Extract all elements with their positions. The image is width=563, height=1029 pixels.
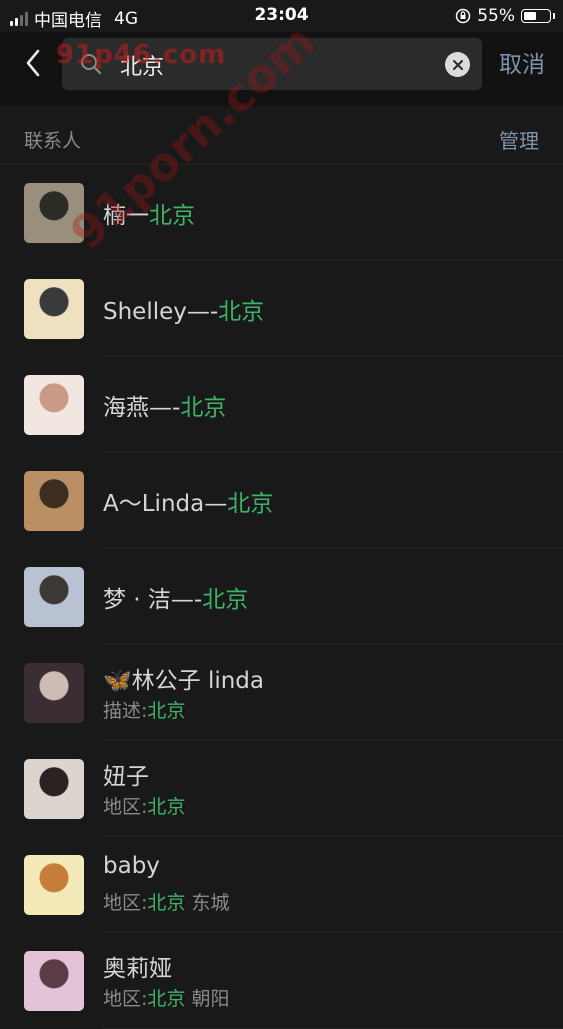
contact-name-text: 奥莉娅 <box>103 956 172 982</box>
contact-sub-match: 北京 <box>147 892 186 914</box>
contact-name-text: A～Linda— <box>103 491 228 517</box>
contact-name: 妞子 <box>103 757 149 791</box>
avatar <box>24 471 84 531</box>
contact-subline: 地区:北京 朝阳 <box>103 984 229 1011</box>
avatar <box>24 951 84 1011</box>
contact-name-match: 北京 <box>149 203 195 229</box>
contact-name-text: Shelley—- <box>103 299 219 325</box>
contact-name-text: 🦋林公子 linda <box>103 668 264 694</box>
contact-sub-suffix: 东城 <box>185 892 230 914</box>
contact-subline: 地区:北京 <box>103 792 185 819</box>
contact-name: 🦋林公子 linda <box>103 661 264 695</box>
contacts-section-header: 联系人 管理 <box>0 106 563 165</box>
contact-sub-suffix: 朝阳 <box>185 988 230 1010</box>
contact-subline: 描述:北京 <box>103 696 185 723</box>
contact-name-text: 妞子 <box>103 764 149 790</box>
contact-name-match: 北京 <box>202 587 249 613</box>
contact-sub-match: 北京 <box>147 988 186 1010</box>
contact-row[interactable]: 奥莉娅 地区:北京 朝阳 <box>0 933 563 1029</box>
orientation-lock-icon <box>455 8 471 24</box>
avatar <box>24 663 84 723</box>
contact-name-text: 海燕—- <box>103 395 181 421</box>
chevron-left-icon <box>26 49 40 77</box>
contact-name-text: baby <box>103 853 160 879</box>
manage-button[interactable]: 管理 <box>499 125 539 154</box>
contact-row[interactable]: Shelley—-北京 <box>0 261 563 357</box>
contact-name-match: 北京 <box>227 491 274 517</box>
contact-sub-label: 地区: <box>103 796 148 818</box>
contact-name: baby <box>103 853 160 879</box>
contact-name: 海燕—-北京 <box>103 388 226 422</box>
contact-subline: 地区:北京 东城 <box>103 888 229 915</box>
status-right: 55% <box>455 6 555 26</box>
contact-row[interactable]: A～Linda—北京 <box>0 453 563 549</box>
contact-name: 梦 · 洁—-北京 <box>103 580 248 614</box>
contact-sub-label: 地区: <box>103 988 148 1010</box>
contact-row[interactable]: baby 地区:北京 东城 <box>0 837 563 933</box>
contact-row[interactable]: 妞子 地区:北京 <box>0 741 563 837</box>
avatar <box>24 279 84 339</box>
avatar <box>24 855 84 915</box>
contact-sub-label: 描述: <box>103 700 148 722</box>
contact-row[interactable]: 🦋林公子 linda 描述:北京 <box>0 645 563 741</box>
contact-row[interactable]: 梦 · 洁—-北京 <box>0 549 563 645</box>
contact-name: 奥莉娅 <box>103 949 172 983</box>
avatar <box>24 567 84 627</box>
battery-icon <box>521 9 555 23</box>
contact-sub-label: 地区: <box>103 892 148 914</box>
contact-name-text: 梦 · 洁—- <box>103 587 203 613</box>
avatar <box>24 759 84 819</box>
avatar <box>24 375 84 435</box>
section-title: 联系人 <box>24 130 82 152</box>
cancel-button[interactable]: 取消 <box>499 45 545 79</box>
watermark-top: 91p46.com <box>56 40 227 70</box>
contact-name: A～Linda—北京 <box>103 484 273 518</box>
contact-name-match: 北京 <box>180 395 227 421</box>
contact-row[interactable]: 海燕—-北京 <box>0 357 563 453</box>
clear-icon <box>452 59 463 70</box>
contact-name-match: 北京 <box>218 299 265 325</box>
contact-sub-match: 北京 <box>147 700 186 722</box>
battery-percent: 55% <box>477 6 515 26</box>
contact-sub-match: 北京 <box>147 796 186 818</box>
contact-list: 楠一北京 Shelley—-北京 海燕—-北京 A～Linda—北京梦 · 洁—-北京… <box>0 165 563 1029</box>
back-button[interactable] <box>18 46 48 80</box>
contact-name: Shelley—-北京 <box>103 292 264 326</box>
clear-button[interactable] <box>445 52 470 77</box>
